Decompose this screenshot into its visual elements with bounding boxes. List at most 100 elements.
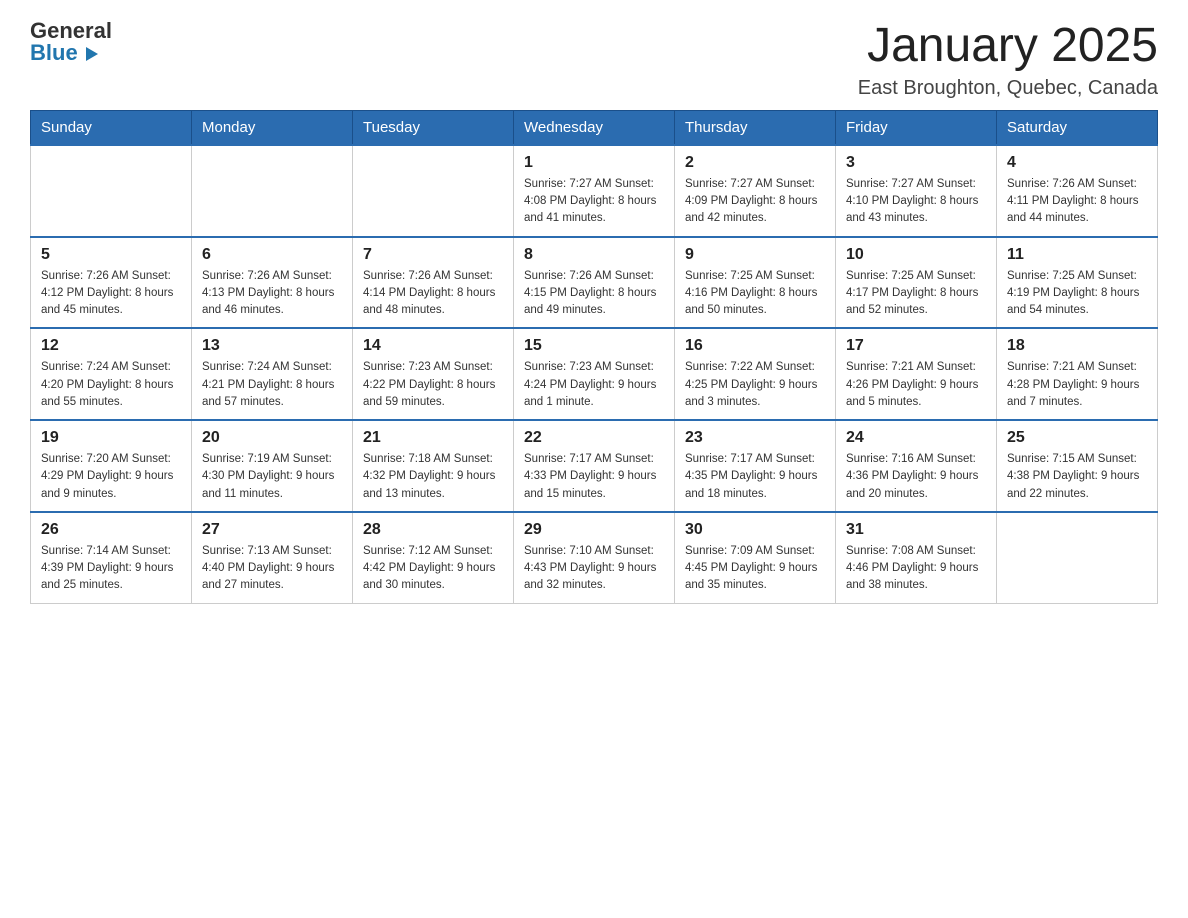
calendar-cell: 16 Sunrise: 7:22 AM Sunset: 4:25 PM Dayli… — [675, 328, 836, 420]
day-info: Sunrise: 7:26 AM Sunset: 4:14 PM Dayligh… — [363, 268, 503, 320]
calendar-cell: 6Sunrise: 7:26 AM Sunset: 4:13 PM Daylig… — [192, 237, 353, 329]
calendar-cell: 19 Sunrise: 7:20 AM Sunset: 4:29 PM Dayli… — [31, 420, 192, 512]
day-info: Sunrise: 7:27 AM Sunset: 4:08 PM Dayligh… — [524, 176, 664, 228]
calendar-cell: 27Sunrise: 7:13 AM Sunset: 4:40 PM Dayli… — [192, 512, 353, 603]
day-info: Sunrise: 7:17 AM Sunset: 4:35 PM Dayligh… — [685, 451, 825, 503]
day-info: Sunrise: 7:09 AM Sunset: 4:45 PM Dayligh… — [685, 543, 825, 595]
day-number: 18 — [1007, 337, 1147, 355]
day-number: 23 — [685, 429, 825, 447]
calendar-cell: 4Sunrise: 7:26 AM Sunset: 4:11 PM Daylig… — [997, 145, 1158, 237]
calendar-cell: 11 Sunrise: 7:25 AM Sunset: 4:19 PM Dayli… — [997, 237, 1158, 329]
day-number: 22 — [524, 429, 664, 447]
day-info: Sunrise: 7:19 AM Sunset: 4:30 PM Dayligh… — [202, 451, 342, 503]
weekday-header-row: Sunday Monday Tuesday Wednesday Thursday… — [31, 110, 1158, 145]
calendar-cell — [997, 512, 1158, 603]
day-number: 12 — [41, 337, 181, 355]
calendar-cell: 8Sunrise: 7:26 AM Sunset: 4:15 PM Daylig… — [514, 237, 675, 329]
calendar-week-row: 26 Sunrise: 7:14 AM Sunset: 4:39 PM Dayli… — [31, 512, 1158, 603]
calendar-cell: 30 Sunrise: 7:09 AM Sunset: 4:45 PM Dayli… — [675, 512, 836, 603]
day-info: Sunrise: 7:21 AM Sunset: 4:26 PM Dayligh… — [846, 359, 986, 411]
calendar-table: Sunday Monday Tuesday Wednesday Thursday… — [30, 110, 1158, 604]
day-info: Sunrise: 7:25 AM Sunset: 4:19 PM Dayligh… — [1007, 268, 1147, 320]
calendar-cell: 17Sunrise: 7:21 AM Sunset: 4:26 PM Dayli… — [836, 328, 997, 420]
col-saturday: Saturday — [997, 110, 1158, 145]
col-sunday: Sunday — [31, 110, 192, 145]
day-number: 11 — [1007, 246, 1147, 264]
calendar-cell: 24 Sunrise: 7:16 AM Sunset: 4:36 PM Dayli… — [836, 420, 997, 512]
logo-triangle-icon — [86, 47, 98, 61]
day-number: 2 — [685, 154, 825, 172]
day-number: 14 — [363, 337, 503, 355]
calendar-cell: 18 Sunrise: 7:21 AM Sunset: 4:28 PM Dayli… — [997, 328, 1158, 420]
day-info: Sunrise: 7:14 AM Sunset: 4:39 PM Dayligh… — [41, 543, 181, 595]
calendar-week-row: 5Sunrise: 7:26 AM Sunset: 4:12 PM Daylig… — [31, 237, 1158, 329]
calendar-cell: 26 Sunrise: 7:14 AM Sunset: 4:39 PM Dayli… — [31, 512, 192, 603]
logo-line1: General — [30, 20, 112, 42]
calendar-cell: 23 Sunrise: 7:17 AM Sunset: 4:35 PM Dayli… — [675, 420, 836, 512]
day-info: Sunrise: 7:16 AM Sunset: 4:36 PM Dayligh… — [846, 451, 986, 503]
day-info: Sunrise: 7:24 AM Sunset: 4:20 PM Dayligh… — [41, 359, 181, 411]
day-number: 19 — [41, 429, 181, 447]
day-number: 29 — [524, 521, 664, 539]
day-number: 27 — [202, 521, 342, 539]
day-info: Sunrise: 7:23 AM Sunset: 4:22 PM Dayligh… — [363, 359, 503, 411]
col-tuesday: Tuesday — [353, 110, 514, 145]
calendar-cell: 29 Sunrise: 7:10 AM Sunset: 4:43 PM Dayli… — [514, 512, 675, 603]
calendar-cell: 31Sunrise: 7:08 AM Sunset: 4:46 PM Dayli… — [836, 512, 997, 603]
day-info: Sunrise: 7:22 AM Sunset: 4:25 PM Dayligh… — [685, 359, 825, 411]
col-wednesday: Wednesday — [514, 110, 675, 145]
calendar-cell: 20Sunrise: 7:19 AM Sunset: 4:30 PM Dayli… — [192, 420, 353, 512]
location: East Broughton, Quebec, Canada — [858, 77, 1158, 100]
day-number: 15 — [524, 337, 664, 355]
day-info: Sunrise: 7:20 AM Sunset: 4:29 PM Dayligh… — [41, 451, 181, 503]
month-title: January 2025 — [858, 20, 1158, 73]
calendar-header: Sunday Monday Tuesday Wednesday Thursday… — [31, 110, 1158, 145]
day-number: 16 — [685, 337, 825, 355]
calendar-cell: 10 Sunrise: 7:25 AM Sunset: 4:17 PM Dayli… — [836, 237, 997, 329]
day-info: Sunrise: 7:25 AM Sunset: 4:16 PM Dayligh… — [685, 268, 825, 320]
day-info: Sunrise: 7:18 AM Sunset: 4:32 PM Dayligh… — [363, 451, 503, 503]
day-info: Sunrise: 7:12 AM Sunset: 4:42 PM Dayligh… — [363, 543, 503, 595]
day-info: Sunrise: 7:08 AM Sunset: 4:46 PM Dayligh… — [846, 543, 986, 595]
day-number: 1 — [524, 154, 664, 172]
calendar-cell: 1 Sunrise: 7:27 AM Sunset: 4:08 PM Daylig… — [514, 145, 675, 237]
day-number: 5 — [41, 246, 181, 264]
calendar-cell — [31, 145, 192, 237]
calendar-cell: 21Sunrise: 7:18 AM Sunset: 4:32 PM Dayli… — [353, 420, 514, 512]
calendar-cell: 5Sunrise: 7:26 AM Sunset: 4:12 PM Daylig… — [31, 237, 192, 329]
calendar-cell: 7Sunrise: 7:26 AM Sunset: 4:14 PM Daylig… — [353, 237, 514, 329]
day-number: 10 — [846, 246, 986, 264]
calendar-week-row: 1 Sunrise: 7:27 AM Sunset: 4:08 PM Daylig… — [31, 145, 1158, 237]
day-number: 26 — [41, 521, 181, 539]
day-number: 28 — [363, 521, 503, 539]
day-info: Sunrise: 7:27 AM Sunset: 4:09 PM Dayligh… — [685, 176, 825, 228]
calendar-cell: 28 Sunrise: 7:12 AM Sunset: 4:42 PM Dayli… — [353, 512, 514, 603]
calendar-cell — [353, 145, 514, 237]
calendar-cell: 15Sunrise: 7:23 AM Sunset: 4:24 PM Dayli… — [514, 328, 675, 420]
logo: General Blue — [30, 20, 112, 64]
day-info: Sunrise: 7:25 AM Sunset: 4:17 PM Dayligh… — [846, 268, 986, 320]
day-number: 8 — [524, 246, 664, 264]
calendar-cell: 25 Sunrise: 7:15 AM Sunset: 4:38 PM Dayli… — [997, 420, 1158, 512]
day-number: 25 — [1007, 429, 1147, 447]
day-number: 6 — [202, 246, 342, 264]
title-block: January 2025 East Broughton, Quebec, Can… — [858, 20, 1158, 100]
col-thursday: Thursday — [675, 110, 836, 145]
day-number: 30 — [685, 521, 825, 539]
day-number: 3 — [846, 154, 986, 172]
calendar-cell: 13 Sunrise: 7:24 AM Sunset: 4:21 PM Dayli… — [192, 328, 353, 420]
calendar-cell: 9Sunrise: 7:25 AM Sunset: 4:16 PM Daylig… — [675, 237, 836, 329]
calendar-week-row: 19 Sunrise: 7:20 AM Sunset: 4:29 PM Dayli… — [31, 420, 1158, 512]
calendar-cell: 3 Sunrise: 7:27 AM Sunset: 4:10 PM Daylig… — [836, 145, 997, 237]
day-number: 4 — [1007, 154, 1147, 172]
day-info: Sunrise: 7:24 AM Sunset: 4:21 PM Dayligh… — [202, 359, 342, 411]
day-info: Sunrise: 7:10 AM Sunset: 4:43 PM Dayligh… — [524, 543, 664, 595]
day-info: Sunrise: 7:21 AM Sunset: 4:28 PM Dayligh… — [1007, 359, 1147, 411]
day-info: Sunrise: 7:17 AM Sunset: 4:33 PM Dayligh… — [524, 451, 664, 503]
calendar-cell: 2 Sunrise: 7:27 AM Sunset: 4:09 PM Daylig… — [675, 145, 836, 237]
day-number: 13 — [202, 337, 342, 355]
day-info: Sunrise: 7:15 AM Sunset: 4:38 PM Dayligh… — [1007, 451, 1147, 503]
calendar-week-row: 12 Sunrise: 7:24 AM Sunset: 4:20 PM Dayli… — [31, 328, 1158, 420]
day-number: 24 — [846, 429, 986, 447]
day-info: Sunrise: 7:27 AM Sunset: 4:10 PM Dayligh… — [846, 176, 986, 228]
